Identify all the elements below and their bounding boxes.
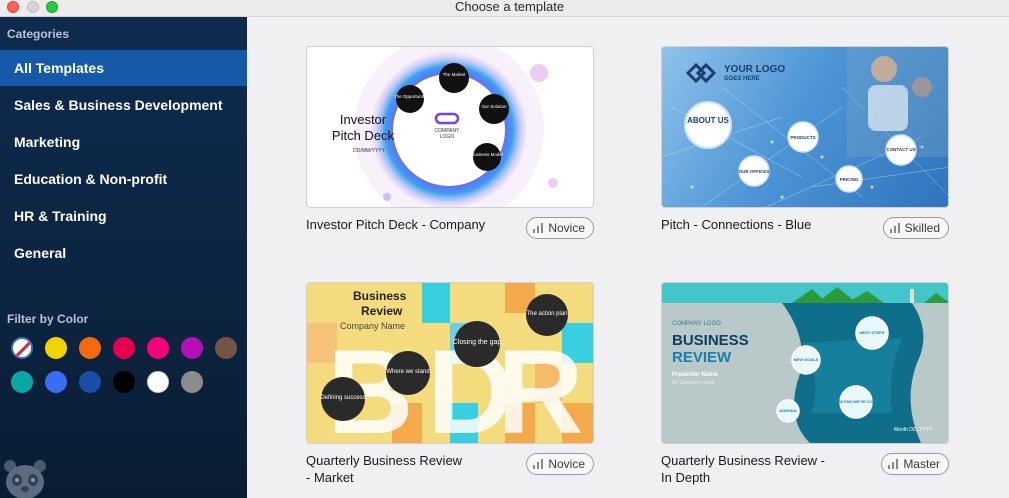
categories-heading: Categories [7, 27, 70, 41]
template-gallery: The Market The Opportunity Our Solution … [247, 17, 1009, 498]
node-how-far-label: HOW FAR WE'VE COME [833, 399, 879, 404]
investor-pitch-deck-graphic: The Market The Opportunity Our Solution … [332, 47, 558, 207]
color-swatch[interactable] [181, 337, 203, 359]
thumb-date: Month DD, YYYY [894, 427, 933, 433]
pitch-connections-graphic: YOUR LOGO GOES HERE ABOUT US PRODUCTS CO… [662, 47, 948, 207]
color-swatch[interactable] [113, 371, 135, 393]
node-our-offices-label: OUR OFFICES [739, 169, 770, 174]
level-bars-icon [889, 223, 900, 233]
template-card-pitch-connections-blue: YOUR LOGO GOES HERE ABOUT US PRODUCTS CO… [661, 46, 949, 240]
difficulty-badge[interactable]: Master [881, 453, 949, 475]
template-name: Quarterly Business Review - Market [306, 452, 506, 486]
node-contact-us-label: CONTACT US [886, 147, 915, 152]
thumb-title-line2: Pitch Deck [332, 128, 395, 143]
thumb-title-line1: BUSINESS [672, 332, 749, 349]
template-name: Quarterly Business Review - In Depth [661, 452, 861, 486]
node-next-steps-label: NEXT STEPS [860, 330, 885, 335]
template-card-qbr-market: B D R Business Review Company Name The a… [306, 282, 594, 486]
filter-by-color-heading: Filter by Color [7, 312, 89, 326]
sidebar: Categories All Templates Sales & Busines… [0, 17, 247, 498]
node-agenda-label: AGENDA [779, 408, 796, 413]
node-the-market-label: The Market [443, 72, 467, 77]
node-products-label: PRODUCTS [790, 135, 815, 140]
thumb-title-line2: REVIEW [672, 349, 732, 366]
color-swatch[interactable] [45, 337, 67, 359]
level-bars-icon [533, 459, 544, 469]
thumb-date: DD/MM/YYYY [353, 148, 385, 154]
panda-mascot-icon [4, 460, 46, 498]
color-swatch[interactable] [181, 371, 203, 393]
template-name-line2: In Depth [661, 470, 711, 485]
thumb-subtitle: Company Name [340, 321, 405, 331]
color-swatch[interactable] [147, 371, 169, 393]
template-name-line1: Quarterly Business Review [306, 453, 463, 468]
template-card-qbr-in-depth: COMPANY LOGO BUSINESS REVIEW Presenter N… [661, 282, 949, 486]
your-logo-line2: GOES HERE [724, 76, 760, 82]
category-education-non-profit[interactable]: Education & Non-profit [0, 161, 247, 197]
difficulty-badge[interactable]: Novice [526, 217, 594, 239]
watermark-letter-r: R [497, 325, 584, 444]
template-thumbnail-pitch-connections-blue[interactable]: YOUR LOGO GOES HERE ABOUT US PRODUCTS CO… [661, 46, 949, 208]
your-logo-line1: YOUR LOGO [724, 64, 785, 75]
window-title: Choose a template [454, 0, 565, 14]
thumb-title-line1: Investor [340, 112, 387, 127]
category-all-templates[interactable]: All Templates [0, 50, 247, 86]
color-swatch[interactable] [79, 337, 101, 359]
difficulty-label: Novice [548, 221, 585, 235]
color-swatch[interactable] [79, 371, 101, 393]
node-pricing-label: PRICING [840, 177, 859, 182]
level-bars-icon [888, 459, 899, 469]
template-thumbnail-investor-pitch-deck[interactable]: The Market The Opportunity Our Solution … [306, 46, 594, 208]
color-swatch[interactable] [215, 337, 237, 359]
template-thumbnail-qbr-market[interactable]: B D R Business Review Company Name The a… [306, 282, 594, 444]
company-name-line: for Company name [672, 380, 715, 386]
template-card-investor-pitch-deck: The Market The Opportunity Our Solution … [306, 46, 594, 240]
qbr-market-graphic: B D R Business Review Company Name The a… [307, 283, 593, 444]
difficulty-label: Skilled [904, 221, 940, 235]
template-name: Investor Pitch Deck - Company [306, 217, 486, 232]
difficulty-label: Novice [548, 457, 585, 471]
node-new-goals-label: NEW GOALS [794, 357, 819, 362]
level-bars-icon [533, 223, 544, 233]
color-swatch[interactable] [11, 371, 33, 393]
node-action-plan-label: The action plan [526, 311, 567, 317]
about-us-label: ABOUT US [687, 116, 729, 125]
node-business-model-label: Business Model [471, 152, 503, 157]
qbr-in-depth-graphic: COMPANY LOGO BUSINESS REVIEW Presenter N… [662, 283, 948, 443]
category-general[interactable]: General [0, 235, 247, 271]
color-swatch[interactable] [147, 337, 169, 359]
difficulty-label: Master [903, 457, 940, 471]
presenter-name: Presenter Name [672, 372, 718, 378]
color-swatch[interactable] [113, 337, 135, 359]
window-title-bar: Choose a template [0, 0, 1009, 17]
template-name-line1: Quarterly Business Review - [661, 453, 825, 468]
template-thumbnail-qbr-in-depth[interactable]: COMPANY LOGO BUSINESS REVIEW Presenter N… [661, 282, 949, 444]
node-defining-success-label: Defining success [320, 395, 365, 401]
difficulty-badge[interactable]: Skilled [882, 217, 949, 239]
company-logo-label: COMPANY LOGO [672, 321, 721, 327]
company-logo-line2: LOGO [440, 134, 455, 140]
thumb-title-line1: Business [353, 289, 407, 303]
node-where-we-stand-label: Where we stand [386, 369, 429, 375]
template-name: Pitch - Connections - Blue [661, 217, 812, 232]
node-our-solution-label: Our Solution [481, 104, 507, 109]
color-swatch[interactable] [45, 371, 67, 393]
node-the-opportunity-label: The Opportunity [394, 94, 427, 99]
category-sales-business-development[interactable]: Sales & Business Development [0, 87, 247, 123]
color-swatch-none[interactable] [11, 337, 33, 359]
template-name-line2: - Market [306, 470, 354, 485]
difficulty-badge[interactable]: Novice [526, 453, 594, 475]
thumb-title-line2: Review [361, 304, 403, 318]
category-hr-training[interactable]: HR & Training [0, 198, 247, 234]
node-closing-gap-label: Closing the gap [453, 339, 502, 346]
category-marketing[interactable]: Marketing [0, 124, 247, 160]
